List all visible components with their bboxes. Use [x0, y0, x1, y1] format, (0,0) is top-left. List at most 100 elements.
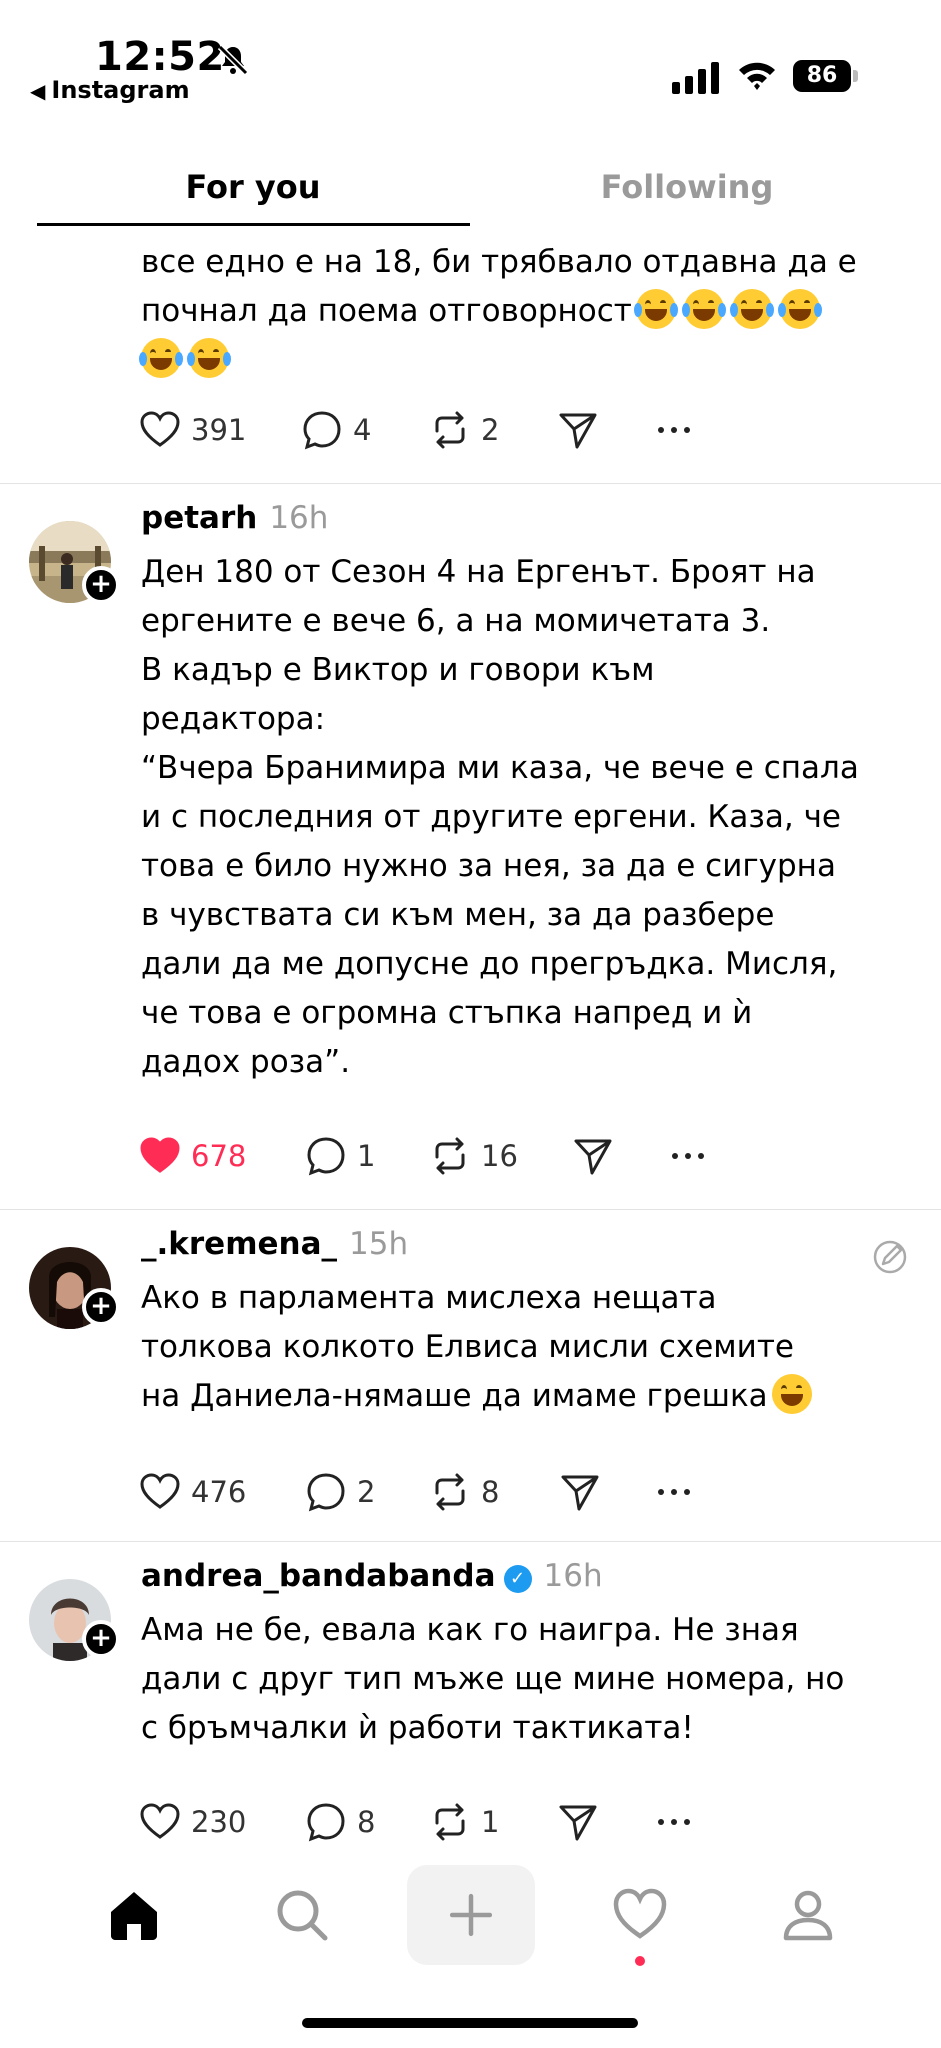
- username[interactable]: petarh: [141, 500, 257, 536]
- laughing-tears-emoji: [139, 338, 183, 378]
- bottom-nav: [0, 1860, 941, 2048]
- post-text-line: че това е огромна стъпка напред и ѝ: [141, 995, 753, 1031]
- laughing-tears-emoji: [777, 289, 822, 329]
- cellular-signal-icon: [672, 62, 719, 94]
- more-options-button[interactable]: [653, 408, 705, 452]
- battery-level: 86: [793, 60, 851, 92]
- reply-count: 1: [357, 1139, 376, 1173]
- post-card[interactable]: + petarh 16h Ден 180 от Сезон 4 на Ергенъ…: [0, 484, 941, 1210]
- like-count: 391: [191, 413, 247, 447]
- repost-icon: [435, 1803, 465, 1841]
- repost-button[interactable]: 16: [429, 1134, 518, 1178]
- more-icon: [658, 1819, 690, 1825]
- post-actions: 230 8 1: [139, 1800, 739, 1844]
- clock: 12:52: [95, 34, 225, 80]
- post-actions: 678 1 16: [139, 1134, 739, 1178]
- like-button[interactable]: 230: [139, 1800, 246, 1844]
- reply-count: 8: [357, 1805, 376, 1839]
- like-count: 476: [191, 1475, 247, 1509]
- post-text-emoji-line: [139, 336, 921, 385]
- post-text-line: и с последния от другите ергени. Каза, ч…: [141, 799, 841, 835]
- nav-home-button[interactable]: [84, 1865, 184, 1965]
- heart-icon: [140, 411, 180, 447]
- like-button[interactable]: 476: [139, 1470, 246, 1514]
- repost-count: 1: [481, 1805, 500, 1839]
- repost-count: 8: [481, 1475, 500, 1509]
- reply-button[interactable]: 4: [301, 408, 371, 452]
- heart-filled-icon: [140, 1137, 180, 1173]
- more-options-button[interactable]: [667, 1134, 719, 1178]
- home-icon: [111, 1892, 157, 1940]
- tab-for-you[interactable]: For you: [103, 168, 403, 206]
- repost-count: 16: [481, 1139, 518, 1173]
- send-icon: [561, 1475, 599, 1511]
- share-button[interactable]: [559, 1470, 611, 1514]
- more-icon: [672, 1153, 704, 1159]
- follow-plus-button[interactable]: +: [82, 566, 120, 604]
- send-icon: [559, 413, 597, 449]
- repost-button[interactable]: 1: [429, 1800, 499, 1844]
- notification-dot: [635, 1956, 645, 1966]
- post-text-line: дали да ме допусне до прегръдка. Мисля,: [141, 946, 838, 982]
- feed[interactable]: все едно е на 18, би трябвало отдавна да…: [0, 228, 941, 1872]
- verified-badge-icon: ✓: [503, 1565, 532, 1593]
- share-button[interactable]: [557, 408, 609, 452]
- reply-button[interactable]: 8: [305, 1800, 375, 1844]
- edit-circle-icon[interactable]: [871, 1238, 909, 1276]
- share-button[interactable]: [557, 1800, 609, 1844]
- reply-button[interactable]: 2: [305, 1470, 375, 1514]
- post-header: _.kremena_ 15h: [141, 1226, 408, 1262]
- heart-icon: [140, 1803, 180, 1839]
- username[interactable]: andrea_bandabanda: [141, 1558, 496, 1594]
- nav-profile-button[interactable]: [758, 1865, 858, 1965]
- reply-button[interactable]: 1: [305, 1134, 375, 1178]
- laughing-tears-emoji: [681, 289, 726, 329]
- like-button[interactable]: 678: [139, 1134, 246, 1178]
- grinning-squinting-emoji: [771, 1374, 812, 1414]
- send-icon: [559, 1805, 597, 1841]
- post-text-line: Ден 180 от Сезон 4 на Ергенът. Броят на: [141, 554, 816, 590]
- post-text-line: редактора:: [141, 701, 326, 737]
- post-card[interactable]: + _.kremena_ 15h Ако в парламента мислеха…: [0, 1210, 941, 1542]
- post-text-line: в чувствата си към мен, за да разбере: [141, 897, 775, 933]
- post-text-line: с бръмчалки ѝ работи тактиката!: [141, 1710, 694, 1746]
- post-card[interactable]: все едно е на 18, би трябвало отдавна да…: [0, 228, 941, 484]
- plus-icon: [449, 1893, 493, 1937]
- laughing-tears-emoji: [729, 289, 774, 329]
- nav-search-button[interactable]: [252, 1865, 352, 1965]
- username[interactable]: _.kremena_: [141, 1226, 337, 1262]
- post-text-line: “Вчера Бранимира ми каза, че вече е спал…: [141, 750, 859, 786]
- post-card[interactable]: + andrea_bandabanda ✓ 16h Ама не бе, евала…: [0, 1542, 941, 1872]
- back-to-app-link[interactable]: ◀ Instagram: [30, 76, 190, 104]
- post-time: 16h: [543, 1558, 603, 1594]
- reply-count: 2: [357, 1475, 376, 1509]
- nav-create-button[interactable]: [407, 1865, 535, 1965]
- follow-plus-button[interactable]: +: [82, 1288, 120, 1326]
- post-text: Ама не бе, евала как го наигра. Не зная …: [141, 1606, 921, 1753]
- repost-icon: [435, 1137, 465, 1175]
- heart-icon: [140, 1473, 180, 1509]
- repost-button[interactable]: 8: [429, 1470, 499, 1514]
- tab-following[interactable]: Following: [537, 168, 837, 206]
- like-button[interactable]: 391: [139, 408, 246, 452]
- repost-count: 2: [481, 413, 500, 447]
- post-text-fragment: почнал да поема отговорност: [141, 293, 632, 329]
- follow-plus-button[interactable]: +: [82, 1620, 120, 1658]
- post-text-line: Ама не бе, евала как го наигра. Не зная: [141, 1612, 799, 1648]
- post-text-line: дадох роза”.: [141, 1044, 351, 1080]
- comment-icon: [307, 1137, 345, 1176]
- comment-icon: [303, 411, 341, 450]
- more-options-button[interactable]: [653, 1800, 705, 1844]
- post-text-line: това е било нужно за нея, за да е сигурн…: [141, 848, 836, 884]
- laughing-tears-emoji: [633, 289, 678, 329]
- post-text: Ден 180 от Сезон 4 на Ергенът. Броят на …: [141, 548, 921, 1087]
- share-button[interactable]: [572, 1134, 624, 1178]
- post-text-line: все едно е на 18, би трябвало отдавна да…: [141, 244, 857, 280]
- more-options-button[interactable]: [653, 1470, 705, 1514]
- repost-icon: [435, 1473, 465, 1511]
- post-text: Ако в парламента мислеха нещата толкова …: [141, 1274, 921, 1421]
- status-bar: 12:52 ◀ Instagram 86: [0, 0, 941, 120]
- repost-button[interactable]: 2: [429, 408, 499, 452]
- nav-activity-button[interactable]: [590, 1865, 690, 1965]
- post-text-fragment: на Даниела-нямаше да имаме грешка: [141, 1378, 768, 1414]
